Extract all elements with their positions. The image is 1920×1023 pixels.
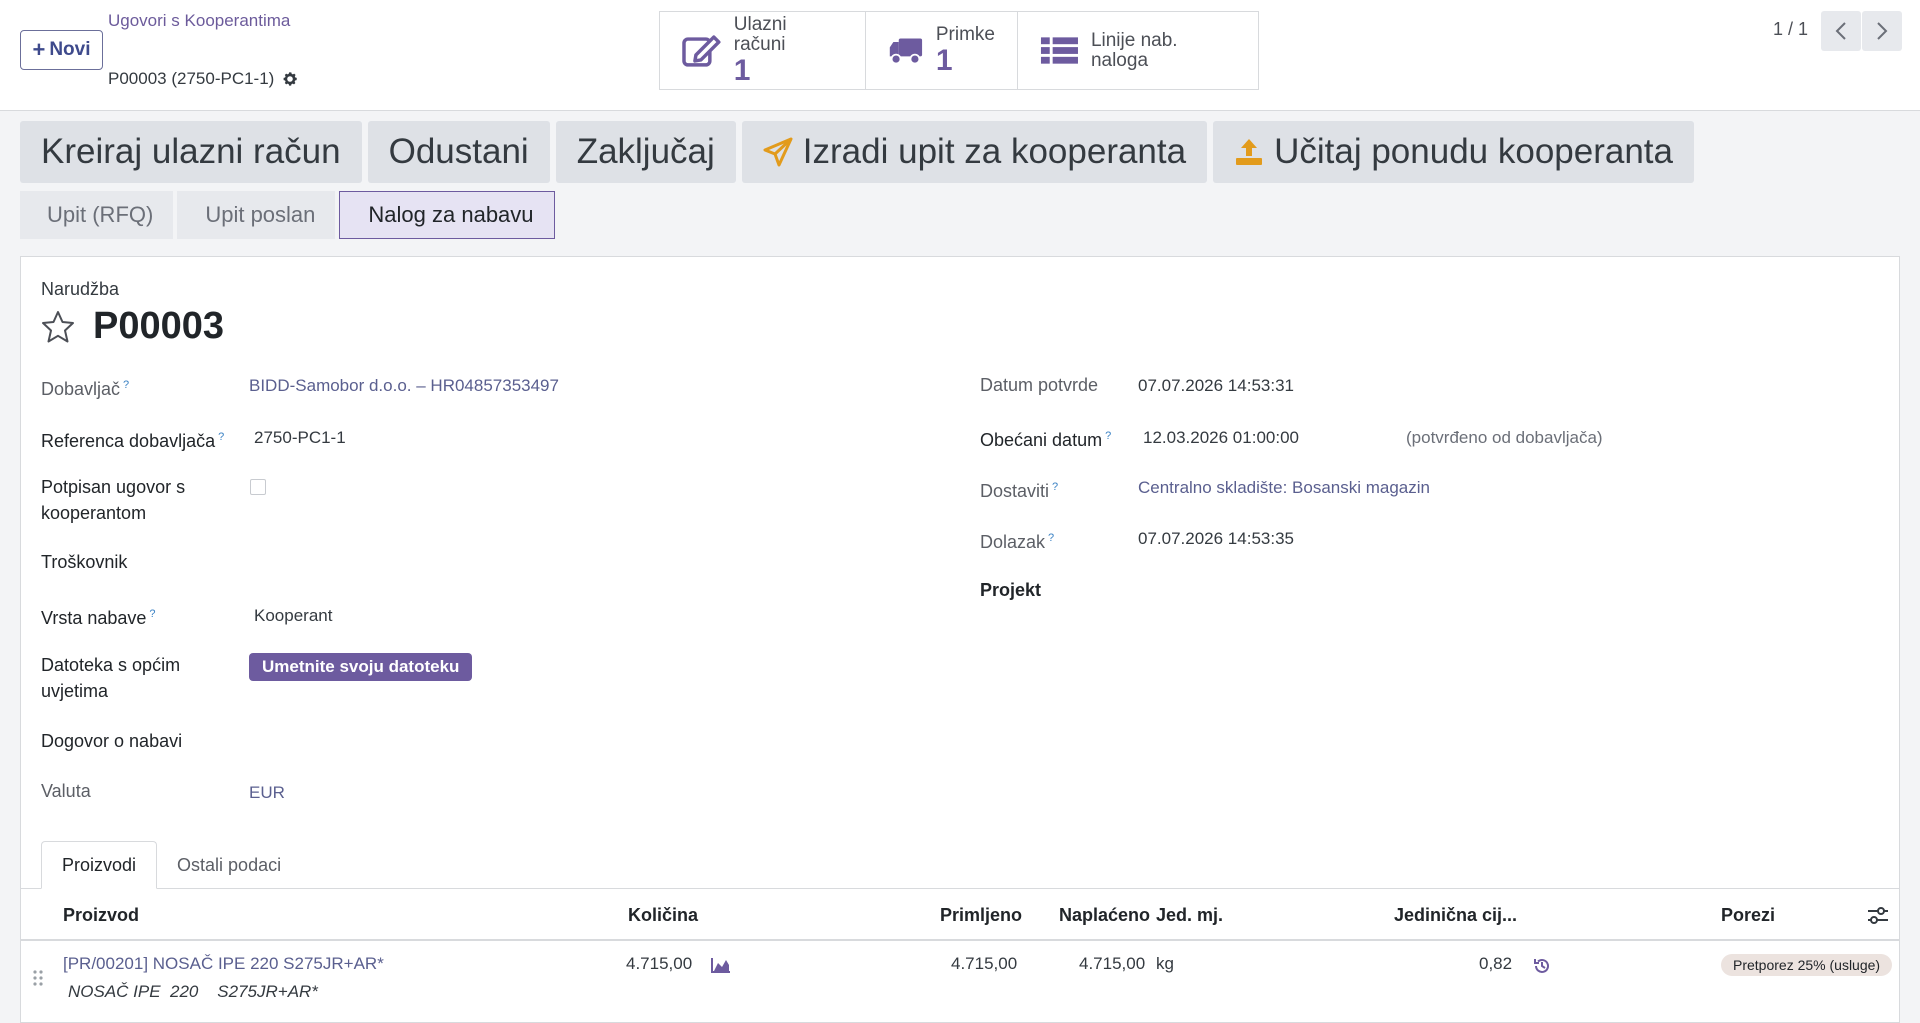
product-description[interactable]: NOSAČ IPE 220 S275JR+AR* [68,982,318,1002]
deliver-to-label: Dostaviti? [980,481,1059,501]
column-quantity[interactable]: Količina [628,905,698,926]
invoiced-cell[interactable]: 4.715,00 [1079,954,1145,974]
signed-contract-label: Potpisan ugovor s kooperantom [41,477,186,523]
plus-icon: + [32,37,46,62]
confirm-date-label: Datum potvrde [980,375,1099,395]
create-bill-button[interactable]: Kreiraj ulazni račun [20,121,362,183]
gear-icon[interactable] [282,71,298,87]
supplier-field[interactable]: BIDD-Samobor d.o.o. – HR04857353497 [249,373,559,399]
column-taxes[interactable]: Porezi [1721,905,1775,926]
order-label: Narudžba [41,279,120,299]
smart-buttons: Ulazni računi 1 Primke 1 Linije nab. nal… [659,11,1259,90]
tax-badge[interactable]: Pretporez 25% (usluge) [1721,954,1893,976]
star-icon[interactable] [41,310,75,344]
upload-offer-button[interactable]: Učitaj ponudu kooperanta [1213,121,1694,183]
promised-date-label: Obećani datum? [980,430,1112,450]
arrival-label: Dolazak? [980,532,1055,552]
smart-button-receipts[interactable]: Primke 1 [866,12,1018,89]
help-icon[interactable]: ? [123,379,129,391]
smart-button-po-lines[interactable]: Linije nab. naloga [1018,12,1258,89]
control-panel: + Novi Ugovori s Kooperantima P00003 (27… [0,0,1920,111]
action-buttons: Kreiraj ulazni račun Odustani Zaključaj … [20,121,1694,183]
product-cell[interactable]: [PR/00201] NOSAČ IPE 220 S275JR+AR* [63,954,384,974]
help-icon[interactable]: ? [1048,532,1054,544]
promised-date-field[interactable]: 12.03.2026 01:00:00 [1143,425,1299,451]
column-received[interactable]: Primljeno [940,905,1022,926]
send-rfq-button[interactable]: Izradi upit za kooperanta [741,121,1208,183]
pager-value[interactable]: 1 / 1 [1773,19,1808,40]
stage-rfq[interactable]: Upit (RFQ) [20,191,174,239]
new-button[interactable]: + Novi [20,30,103,70]
stage-purchase-order[interactable]: Nalog za nabavu [339,191,555,239]
cancel-button[interactable]: Odustani [367,121,550,183]
currency-label: Valuta [41,781,91,801]
supplier-label: Dobavljač? [41,379,130,399]
breadcrumb-parent[interactable]: Ugovori s Kooperantima [108,11,290,31]
upload-icon [1236,139,1263,165]
upload-file-button[interactable]: Umetnite svoju datoteku [249,653,473,681]
procurement-type-field[interactable]: Kooperant [254,603,332,629]
promised-date-note: (potvrđeno od dobavljača) [1406,428,1603,447]
procurement-type-label: Vrsta nabave? [41,608,156,628]
history-icon[interactable] [1533,957,1551,975]
supplier-ref-field[interactable]: 2750-PC1-1 [254,425,346,451]
chevron-right-icon [1877,22,1888,40]
truck-icon [889,37,923,64]
form-sheet: Narudžba P00003 Dobavljač? BIDD-Samobor … [20,256,1900,1023]
procurement-agreement-label: Dogovor o nabavi [41,731,183,751]
status-bar: Upit (RFQ) Upit poslan Nalog za nabavu [20,191,559,239]
column-settings-icon[interactable] [1867,906,1889,926]
drag-handle-icon[interactable] [33,969,43,987]
currency-field[interactable]: EUR [249,780,285,806]
column-uom[interactable]: Jed. mj. [1156,905,1223,926]
smart-button-bills[interactable]: Ulazni računi 1 [660,12,866,89]
help-icon[interactable]: ? [218,431,224,443]
help-icon[interactable]: ? [149,608,155,620]
stage-rfq-sent[interactable]: Upit poslan [177,191,336,239]
deliver-to-field[interactable]: Centralno skladište: Bosanski magazin [1138,475,1430,501]
pencil-square-icon [682,34,721,67]
terms-file-label: Datoteka s općim uvjetima [41,655,181,701]
chevron-left-icon [1835,22,1846,40]
list-icon [1040,36,1078,64]
project-label: Projekt [980,580,1042,600]
pager-previous-button[interactable] [1821,11,1861,51]
column-product[interactable]: Proizvod [63,905,139,926]
supplier-ref-label: Referenca dobavljača? [41,431,225,451]
cost-sheet-label: Troškovnik [41,552,128,572]
arrival-field[interactable]: 07.07.2026 14:53:35 [1138,526,1294,552]
column-unit-price[interactable]: Jedinična cij... [1394,905,1517,926]
pager-next-button[interactable] [1862,11,1902,51]
lock-button[interactable]: Zaključaj [555,121,736,183]
confirm-date-field[interactable]: 07.07.2026 14:53:31 [1138,373,1294,399]
record-name: P00003 (2750-PC1-1) [108,69,298,89]
received-cell[interactable]: 4.715,00 [951,954,1017,974]
tab-products[interactable]: Proizvodi [41,841,158,889]
tab-other-info[interactable]: Ostali podaci [157,841,301,889]
help-icon[interactable]: ? [1052,481,1058,493]
table-header-divider [21,939,1899,941]
quantity-cell[interactable]: 4.715,00 [626,954,692,974]
unit-price-cell[interactable]: 0,82 [1479,954,1512,974]
tab-divider [21,888,1899,889]
forecast-chart-icon[interactable] [711,957,731,973]
signed-contract-checkbox[interactable] [250,479,266,495]
help-icon[interactable]: ? [1105,430,1111,442]
paper-plane-icon [763,137,793,167]
notebook-tabs: Proizvodi Ostali podaci [41,841,301,889]
uom-cell[interactable]: kg [1156,954,1174,974]
page-title: P00003 [41,305,224,348]
column-invoiced[interactable]: Naplaćeno [1059,905,1150,926]
